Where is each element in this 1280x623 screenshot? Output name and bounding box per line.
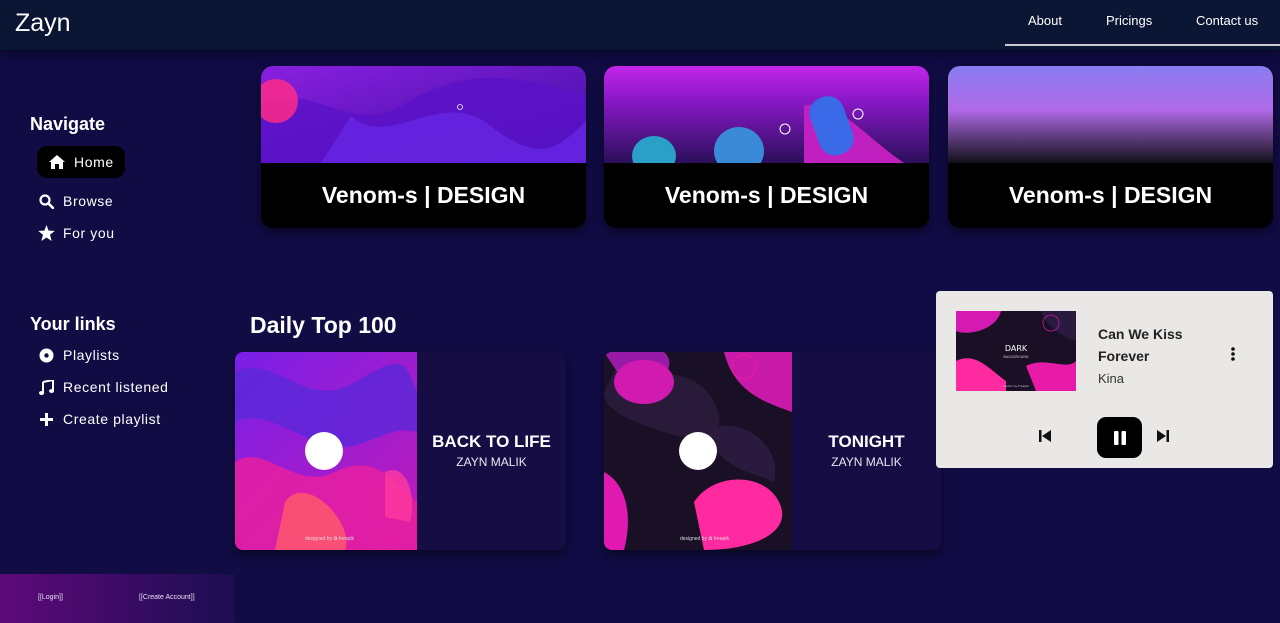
art-title-text: DARK <box>1005 344 1028 353</box>
now-playing-title: Can We Kiss Forever <box>1098 326 1183 364</box>
song-card[interactable]: designed by ✿ freepik BACK TO LIFE ZAYN … <box>235 352 566 550</box>
banner-card[interactable]: Venom-s | DESIGN <box>604 66 929 228</box>
sidebar: Navigate Home Browse For you Your links … <box>0 50 235 623</box>
banner-card[interactable]: Venom-s | DESIGN <box>261 66 586 228</box>
pause-icon <box>1113 430 1126 445</box>
disc-icon <box>37 346 55 364</box>
your-links-heading: Your links <box>30 314 116 334</box>
sidebar-item-label: Home <box>74 154 114 170</box>
nav-contact-link[interactable]: Contact us <box>1196 13 1258 28</box>
song-info: TONIGHT ZAYN MALIK <box>792 432 941 469</box>
sidebar-item-playlists[interactable]: Playlists <box>37 339 120 371</box>
login-link[interactable]: [[Login]] <box>38 594 63 601</box>
more-options-icon[interactable] <box>1229 346 1237 362</box>
pause-button[interactable] <box>1097 417 1142 458</box>
sidebar-item-label: Recent listened <box>63 379 169 395</box>
daily-top-title: Daily Top 100 <box>250 312 397 338</box>
now-playing-artist: Kina <box>1098 371 1125 386</box>
plus-icon <box>37 410 55 428</box>
banner-caption: Venom-s | DESIGN <box>321 182 526 208</box>
sidebar-item-for-you[interactable]: For you <box>37 217 115 249</box>
banner-image <box>604 66 929 163</box>
create-account-link[interactable]: [[Create Account]] <box>139 594 195 601</box>
banner-caption: Venom-s | DESIGN <box>1008 182 1213 208</box>
sidebar-item-browse[interactable]: Browse <box>37 185 113 217</box>
cover-credit: designed by ✿ freepik <box>305 536 354 542</box>
art-sub-text: BACKGROUND <box>1003 355 1029 359</box>
song-title: BACK TO LIFE <box>432 432 551 451</box>
song-info: BACK TO LIFE ZAYN MALIK <box>417 432 566 469</box>
vinyl-disc-icon <box>679 432 717 470</box>
top-nav: About Pricings Contact us <box>1005 0 1280 46</box>
banner-image <box>948 66 1273 163</box>
sidebar-item-label: Create playlist <box>63 411 161 427</box>
home-icon <box>48 153 66 171</box>
navigate-heading: Navigate <box>30 114 106 134</box>
star-icon <box>37 224 55 242</box>
banner-caption: Venom-s | DESIGN <box>664 182 869 208</box>
sidebar-item-home[interactable]: Home <box>37 146 125 178</box>
banner-image <box>261 66 586 163</box>
now-playing-art: DARK BACKGROUND Vector by Freepik <box>956 311 1076 391</box>
song-artist: ZAYN MALIK <box>456 455 527 469</box>
art-credit-text: Vector by Freepik <box>1003 384 1029 388</box>
music-player: DARK BACKGROUND Vector by Freepik Can We… <box>936 291 1273 468</box>
nav-about-link[interactable]: About <box>1028 13 1062 28</box>
cover-credit: designed by ✿ freepik <box>680 536 729 542</box>
vinyl-disc-icon <box>305 432 343 470</box>
nav-pricings-link[interactable]: Pricings <box>1106 13 1152 28</box>
sidebar-item-label: Browse <box>63 193 114 209</box>
sidebar-item-create-playlist[interactable]: Create playlist <box>37 403 161 435</box>
previous-track-icon[interactable] <box>1038 429 1052 443</box>
song-title: TONIGHT <box>828 432 905 451</box>
sidebar-item-label: For you <box>63 225 115 241</box>
song-card[interactable]: designed by ✿ freepik TONIGHT ZAYN MALIK <box>604 352 941 550</box>
next-track-icon[interactable] <box>1156 429 1170 443</box>
sidebar-item-recent[interactable]: Recent listened <box>37 371 169 403</box>
sidebar-item-label: Playlists <box>63 347 120 363</box>
banner-card[interactable]: Venom-s | DESIGN <box>948 66 1273 228</box>
search-icon <box>37 192 55 210</box>
music-note-icon <box>37 378 55 396</box>
top-header: Zayn About Pricings Contact us <box>0 0 1280 50</box>
auth-bar: [[Login]] [[Create Account]] <box>0 574 235 623</box>
song-artist: ZAYN MALIK <box>831 455 902 469</box>
brand-logo[interactable]: Zayn <box>15 9 71 38</box>
